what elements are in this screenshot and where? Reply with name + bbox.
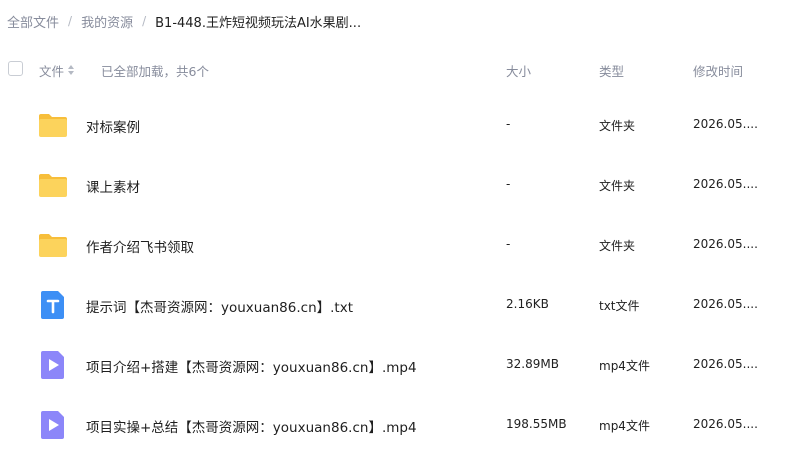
file-modified-time: 2026.05....	[693, 417, 758, 431]
file-modified-time: 2026.05....	[693, 117, 758, 131]
file-row[interactable]: 课上素材 - 文件夹 2026.05....	[0, 156, 787, 216]
column-header-name[interactable]: 文件	[39, 61, 75, 80]
video-file-icon	[37, 349, 69, 381]
file-modified-time: 2026.05....	[693, 237, 758, 251]
file-size: 198.55MB	[506, 417, 567, 431]
column-header-size[interactable]: 大小	[506, 61, 531, 80]
file-row[interactable]: 作者介绍飞书领取 - 文件夹 2026.05....	[0, 216, 787, 276]
breadcrumb-my-resources[interactable]: 我的资源	[81, 12, 133, 31]
file-name[interactable]: 作者介绍飞书领取	[86, 236, 194, 256]
file-row[interactable]: 项目实操+总结【杰哥资源网：youxuan86.cn】.mp4 198.55MB m…	[0, 396, 787, 456]
folder-icon	[37, 229, 69, 261]
file-modified-time: 2026.05....	[693, 177, 758, 191]
column-header-type[interactable]: 类型	[599, 61, 624, 80]
file-type: mp4文件	[599, 359, 650, 373]
breadcrumb-separator: /	[142, 14, 147, 28]
file-modified-time: 2026.05....	[693, 357, 758, 371]
file-size: -	[506, 117, 511, 131]
breadcrumb-all-files[interactable]: 全部文件	[7, 12, 59, 31]
select-all-checkbox[interactable]	[8, 61, 23, 76]
breadcrumb-current-folder: B1-448.王炸短视频玩法AI水果剧...	[155, 15, 362, 31]
file-type: 文件夹	[599, 119, 636, 133]
file-modified-time: 2026.05....	[693, 297, 758, 311]
file-name[interactable]: 对标案例	[86, 116, 140, 136]
file-row[interactable]: 项目介绍+搭建【杰哥资源网：youxuan86.cn】.mp4 32.89MB mp…	[0, 336, 787, 396]
column-header-modified-time[interactable]: 修改时间	[693, 61, 743, 80]
file-size: -	[506, 177, 511, 191]
file-size: 32.89MB	[506, 357, 559, 371]
file-type: 文件夹	[599, 239, 636, 253]
file-name[interactable]: 提示词【杰哥资源网：youxuan86.cn】.txt	[86, 296, 353, 316]
txt-file-icon	[37, 289, 69, 321]
loaded-status-text: 已全部加载，共6个	[101, 64, 209, 79]
file-list-header: 文件 已全部加载，共6个 大小 类型 修改时间	[0, 52, 787, 88]
video-file-icon	[37, 409, 69, 441]
file-name[interactable]: 项目介绍+搭建【杰哥资源网：youxuan86.cn】.mp4	[86, 356, 417, 376]
folder-icon	[37, 169, 69, 201]
breadcrumb-separator: /	[68, 14, 73, 28]
file-size: -	[506, 237, 511, 251]
column-header-name-label: 文件	[39, 64, 65, 79]
file-type: 文件夹	[599, 179, 636, 193]
file-type: mp4文件	[599, 419, 650, 433]
file-size: 2.16KB	[506, 297, 549, 311]
file-row[interactable]: 对标案例 - 文件夹 2026.05....	[0, 96, 787, 156]
file-row[interactable]: 提示词【杰哥资源网：youxuan86.cn】.txt 2.16KB txt文件 20…	[0, 276, 787, 336]
file-type: txt文件	[599, 299, 640, 313]
file-name[interactable]: 课上素材	[86, 176, 140, 196]
sort-icon[interactable]	[67, 64, 75, 77]
breadcrumb: 全部文件 / 我的资源 / B1-448.王炸短视频玩法AI水果剧...	[7, 10, 361, 32]
folder-icon	[37, 109, 69, 141]
file-name[interactable]: 项目实操+总结【杰哥资源网：youxuan86.cn】.mp4	[86, 416, 417, 436]
